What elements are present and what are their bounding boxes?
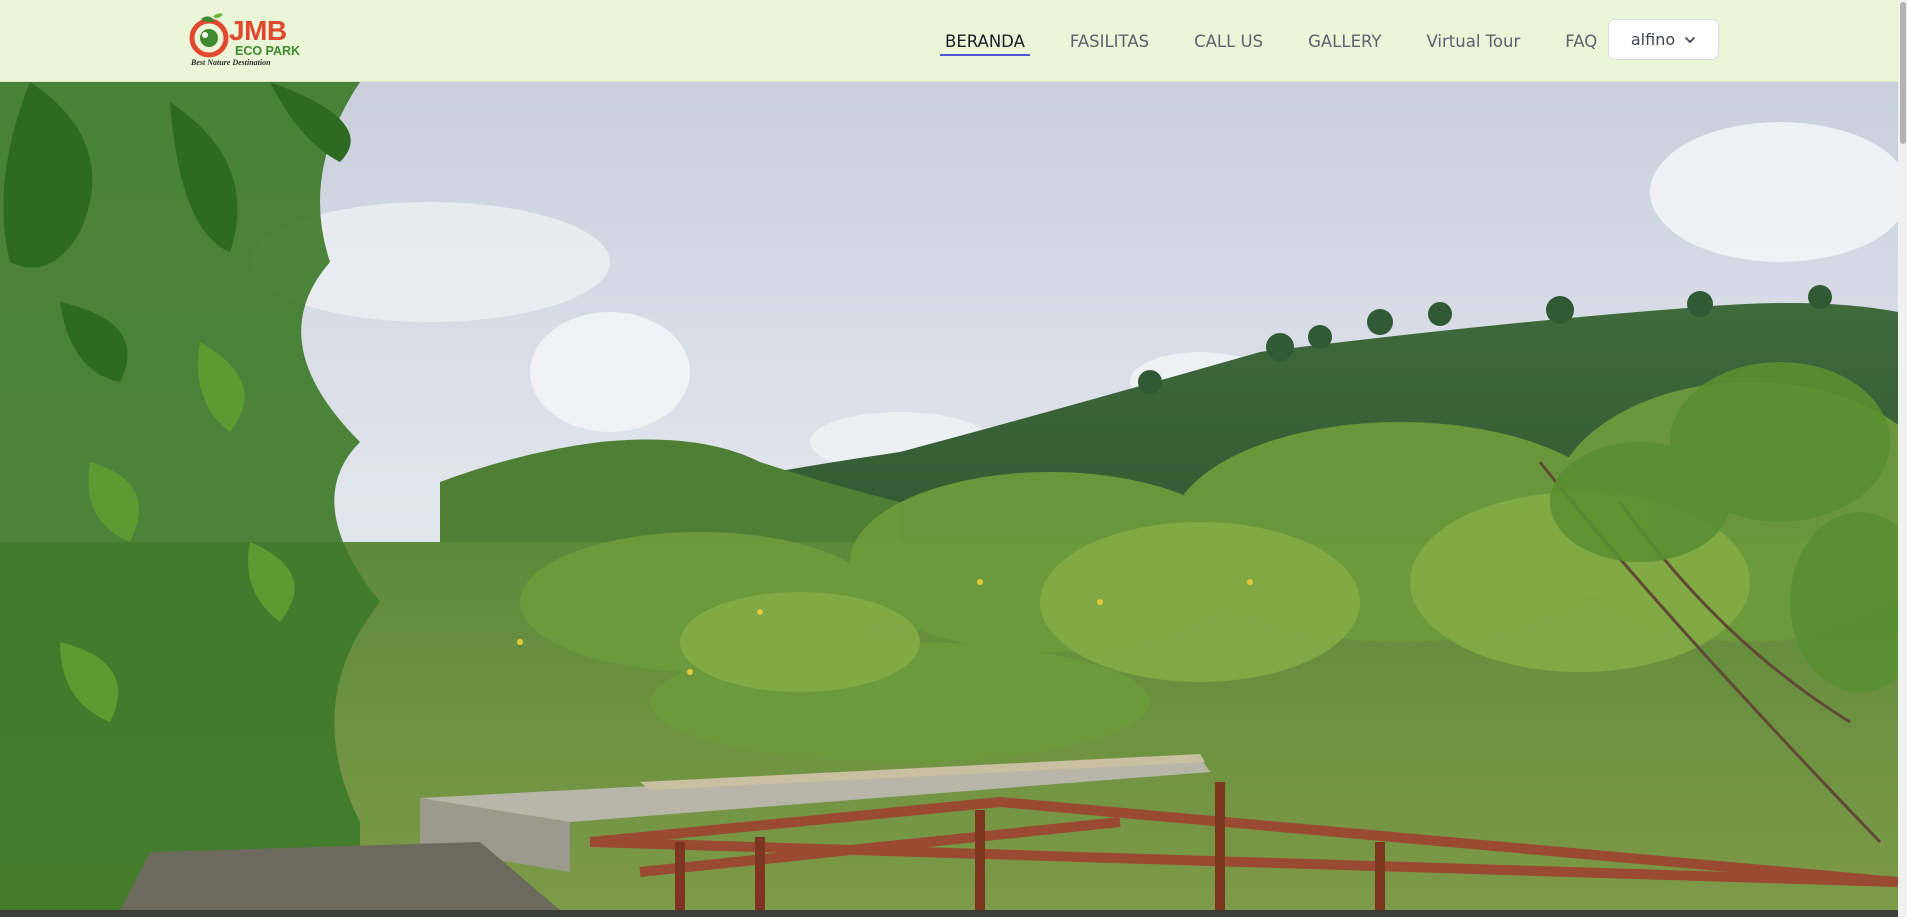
nav-item-gallery[interactable]: GALLERY <box>1303 26 1386 56</box>
logo-tagline: Best Nature Destination <box>191 58 271 67</box>
user-menu-button[interactable]: alfino <box>1608 19 1719 60</box>
user-name: alfino <box>1630 30 1676 49</box>
nav-item-virtual-tour[interactable]: Virtual Tour <box>1421 26 1525 56</box>
top-navbar: JMB ECO PARK Best Nature Destination BER… <box>0 0 1898 82</box>
scrollbar-thumb[interactable] <box>1900 2 1906 144</box>
page: JMB ECO PARK Best Nature Destination BER… <box>0 0 1907 917</box>
chevron-down-icon <box>1685 36 1696 43</box>
logo-subtitle: ECO PARK <box>235 44 301 58</box>
hero-banner <box>0 82 1898 910</box>
site-logo[interactable]: JMB ECO PARK Best Nature Destination <box>185 11 313 71</box>
page-bottom-edge <box>0 910 1898 917</box>
logo-title: JMB <box>229 15 287 46</box>
logo-emblem-icon <box>189 13 229 58</box>
nav-item-faq[interactable]: FAQ <box>1560 26 1602 56</box>
main-navigation: BERANDA FASILITAS CALL US GALLERY Virtua… <box>940 0 1637 81</box>
hero-photo <box>0 82 1898 910</box>
nav-item-call-us[interactable]: CALL US <box>1189 26 1268 56</box>
nav-item-fasilitas[interactable]: FASILITAS <box>1065 26 1154 56</box>
nav-item-beranda[interactable]: BERANDA <box>940 26 1030 56</box>
